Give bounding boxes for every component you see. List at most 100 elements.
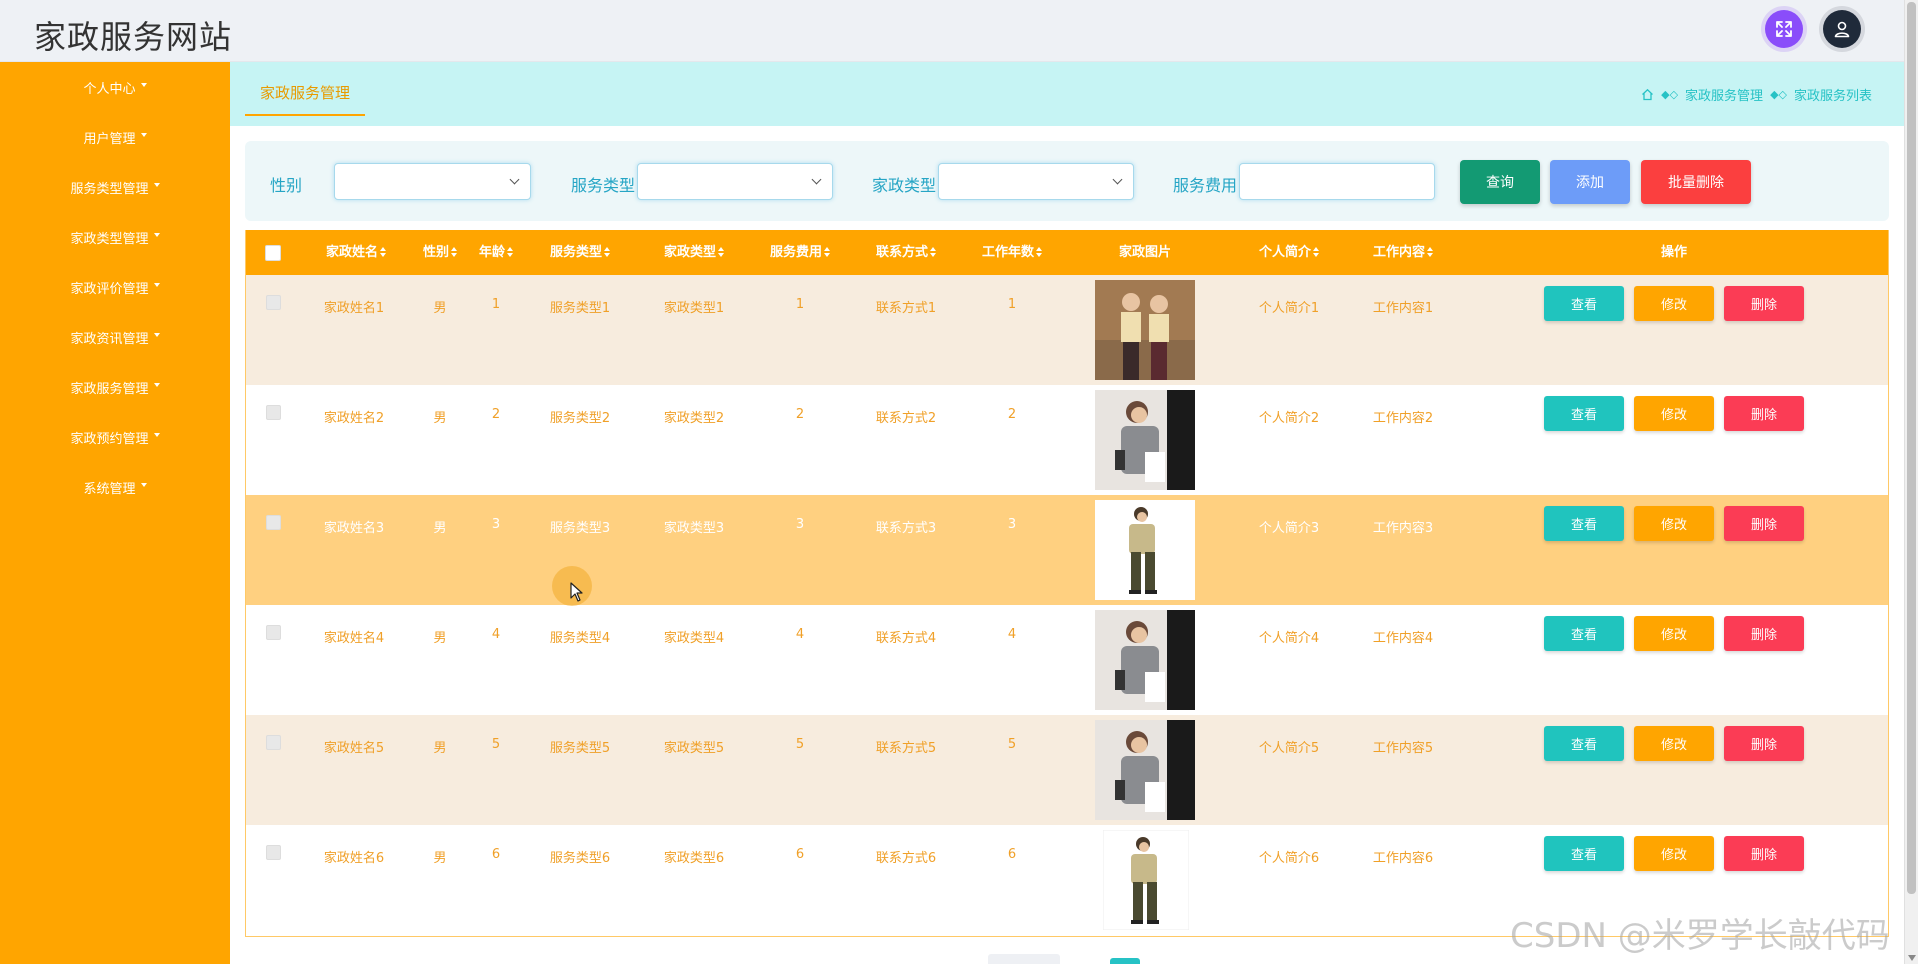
fee-input[interactable] <box>1239 163 1435 200</box>
sort-icon[interactable] <box>451 246 458 257</box>
column-header-work-content[interactable]: 工作内容 <box>1373 230 1434 275</box>
delete-button[interactable]: 删除 <box>1724 396 1804 431</box>
sort-icon[interactable] <box>718 246 725 257</box>
edit-button[interactable]: 修改 <box>1634 616 1714 651</box>
sidebar-item-news-management[interactable]: 家政资讯管理 <box>0 312 230 362</box>
sidebar-item-user-management[interactable]: 用户管理 <box>0 112 230 162</box>
tab-housekeeping-service-management[interactable]: 家政服务管理 <box>245 82 366 116</box>
cell-work-content: 工作内容2 <box>1372 411 1434 426</box>
row-checkbox[interactable] <box>266 845 281 860</box>
column-header-name[interactable]: 家政姓名 <box>325 230 387 275</box>
view-button[interactable]: 查看 <box>1544 286 1624 321</box>
column-header-label: 家政姓名 <box>325 245 379 260</box>
row-checkbox[interactable] <box>266 625 281 640</box>
batch-delete-button[interactable]: 批量删除 <box>1641 160 1751 204</box>
delete-button[interactable]: 删除 <box>1724 616 1804 651</box>
view-button[interactable]: 查看 <box>1544 726 1624 761</box>
column-header-service-type[interactable]: 服务类型 <box>550 230 611 275</box>
fullscreen-button[interactable] <box>1765 10 1803 48</box>
column-header-intro[interactable]: 个人简介 <box>1258 230 1320 275</box>
sort-icon[interactable] <box>380 246 387 257</box>
cell-fee: 6 <box>795 847 805 862</box>
sidebar-item-housekeeping-type-management[interactable]: 家政类型管理 <box>0 212 230 262</box>
cell-work-years: 2 <box>1007 407 1017 422</box>
service-type-select[interactable] <box>637 163 833 200</box>
sidebar-item-review-management[interactable]: 家政评价管理 <box>0 262 230 312</box>
cell-intro: 个人简介4 <box>1258 631 1320 646</box>
sidebar-item-booking-management[interactable]: 家政预约管理 <box>0 412 230 462</box>
housekeeping-type-select[interactable] <box>938 163 1134 200</box>
query-button[interactable]: 查询 <box>1460 160 1540 204</box>
sidebar-item-label: 家政类型管理 <box>70 231 149 247</box>
table-row[interactable]: 家政姓名4 男 4 服务类型4 家政类型4 4 联系方式4 4 个人简介4 工作… <box>246 605 1888 715</box>
home-icon[interactable] <box>1641 88 1654 101</box>
edit-button[interactable]: 修改 <box>1634 836 1714 871</box>
scroll-down-arrow-icon[interactable] <box>1908 955 1916 961</box>
housekeeper-photo[interactable] <box>1095 610 1195 710</box>
view-button[interactable]: 查看 <box>1544 616 1624 651</box>
edit-button[interactable]: 修改 <box>1634 506 1714 541</box>
chevron-down-icon <box>140 483 147 487</box>
view-button[interactable]: 查看 <box>1544 836 1624 871</box>
column-header-gender[interactable]: 性别 <box>423 230 458 275</box>
sort-icon[interactable] <box>930 246 937 257</box>
housekeeper-photo[interactable] <box>1095 280 1195 380</box>
edit-button[interactable]: 修改 <box>1634 286 1714 321</box>
breadcrumb-level1[interactable]: 家政服务管理 <box>1685 85 1763 104</box>
pagination-page-size-select[interactable] <box>988 954 1060 964</box>
scrollbar-thumb[interactable] <box>1907 2 1916 894</box>
housekeeper-photo[interactable] <box>1103 830 1189 930</box>
row-checkbox[interactable] <box>266 295 281 310</box>
housekeeper-photo[interactable] <box>1095 720 1195 820</box>
view-button[interactable]: 查看 <box>1544 396 1624 431</box>
housekeeper-photo[interactable] <box>1095 390 1195 490</box>
cell-age: 3 <box>491 517 501 532</box>
table-row[interactable]: 家政姓名3 男 3 服务类型3 家政类型3 3 联系方式3 3 个人简介3 工作… <box>246 495 1888 605</box>
delete-button[interactable]: 删除 <box>1724 726 1804 761</box>
edit-button[interactable]: 修改 <box>1634 396 1714 431</box>
add-button[interactable]: 添加 <box>1550 160 1630 204</box>
sort-icon[interactable] <box>1427 246 1434 257</box>
tab-bar: 家政服务管理 ◆◇ 家政服务管理 ◆◇ 家政服务列表 <box>230 62 1904 126</box>
cell-work-years: 6 <box>1007 847 1017 862</box>
sidebar-item-system-management[interactable]: 系统管理 <box>0 462 230 512</box>
user-menu-button[interactable] <box>1823 10 1861 48</box>
sidebar-item-service-type-management[interactable]: 服务类型管理 <box>0 162 230 212</box>
cell-name: 家政姓名2 <box>323 411 385 426</box>
delete-button[interactable]: 删除 <box>1724 836 1804 871</box>
column-header-age[interactable]: 年龄 <box>479 230 514 275</box>
table-row[interactable]: 家政姓名5 男 5 服务类型5 家政类型5 5 联系方式5 5 个人简介5 工作… <box>246 715 1888 825</box>
column-header-work-years[interactable]: 工作年数 <box>982 230 1043 275</box>
column-header-label: 个人简介 <box>1258 245 1312 260</box>
sort-icon[interactable] <box>824 246 831 257</box>
column-header-housekeeping-type[interactable]: 家政类型 <box>664 230 725 275</box>
sidebar-item-service-management[interactable]: 家政服务管理 <box>0 362 230 412</box>
delete-button[interactable]: 删除 <box>1724 286 1804 321</box>
select-all-checkbox[interactable] <box>265 245 281 261</box>
sidebar-item-personal-center[interactable]: 个人中心 <box>0 62 230 112</box>
column-header-contact[interactable]: 联系方式 <box>876 230 937 275</box>
column-header-fee[interactable]: 服务费用 <box>770 230 831 275</box>
delete-button[interactable]: 删除 <box>1724 506 1804 541</box>
sort-icon[interactable] <box>1036 246 1043 257</box>
vertical-scrollbar[interactable] <box>1904 0 1918 964</box>
pagination-current-page[interactable] <box>1110 958 1140 964</box>
housekeeper-photo[interactable] <box>1095 500 1195 600</box>
column-header-photo: 家政图片 <box>1119 230 1171 275</box>
row-checkbox[interactable] <box>266 515 281 530</box>
view-button[interactable]: 查看 <box>1544 506 1624 541</box>
cell-work-years: 3 <box>1007 517 1017 532</box>
sort-icon[interactable] <box>1313 246 1320 257</box>
chevron-down-icon <box>153 383 160 387</box>
sort-icon[interactable] <box>604 246 611 257</box>
cell-gender: 男 <box>433 851 447 866</box>
cell-contact: 联系方式2 <box>875 411 937 426</box>
table-row[interactable]: 家政姓名2 男 2 服务类型2 家政类型2 2 联系方式2 2 个人简介2 工作… <box>246 385 1888 495</box>
gender-select[interactable] <box>334 163 531 200</box>
edit-button[interactable]: 修改 <box>1634 726 1714 761</box>
table-row[interactable]: 家政姓名1 男 1 服务类型1 家政类型1 1 联系方式1 1 个人简介1 工作… <box>246 275 1888 385</box>
row-checkbox[interactable] <box>266 405 281 420</box>
sidebar-item-label: 个人中心 <box>83 81 136 97</box>
sort-icon[interactable] <box>507 246 514 257</box>
row-checkbox[interactable] <box>266 735 281 750</box>
